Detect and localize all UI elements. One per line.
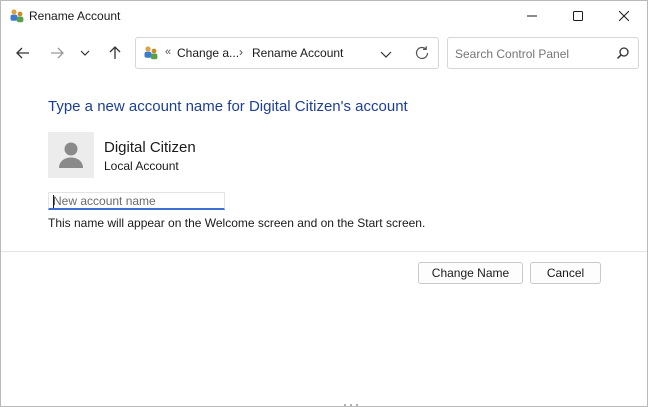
breadcrumb-separator[interactable]: › [239, 45, 243, 59]
users-icon [143, 45, 159, 61]
close-button[interactable] [601, 1, 647, 31]
input-hint: This name will appear on the Welcome scr… [48, 216, 426, 230]
search-input[interactable]: Search Control Panel [455, 47, 569, 61]
search-box[interactable]: Search Control Panel [447, 37, 639, 69]
maximize-button[interactable] [555, 1, 601, 31]
search-icon[interactable] [616, 46, 630, 60]
breadcrumb-change-account[interactable]: Change a... [177, 46, 239, 60]
page-title: Type a new account name for Digital Citi… [48, 98, 408, 115]
recent-locations-button[interactable] [71, 39, 99, 67]
breadcrumb-overflow[interactable]: « [165, 46, 171, 58]
window-title: Rename Account [29, 9, 121, 23]
users-icon [9, 8, 25, 24]
avatar [48, 132, 94, 178]
change-name-button[interactable]: Change Name [418, 262, 523, 284]
title-bar: Rename Account [1, 1, 647, 31]
minimize-button[interactable] [509, 1, 555, 31]
user-silhouette-icon [59, 142, 83, 168]
navigation-bar: « Change a... › Rename Account Search Co… [1, 31, 647, 77]
chevron-down-icon [80, 50, 90, 56]
cancel-button[interactable]: Cancel [530, 262, 601, 284]
account-type: Local Account [104, 159, 179, 173]
account-name: Digital Citizen [104, 139, 196, 156]
chevron-down-icon [380, 51, 392, 58]
resize-grip-icon[interactable] [342, 403, 360, 407]
address-bar[interactable]: « Change a... › Rename Account [135, 37, 439, 69]
breadcrumb-rename-account[interactable]: Rename Account [252, 46, 343, 60]
up-button[interactable] [101, 39, 129, 67]
close-icon [619, 11, 629, 21]
back-button[interactable] [9, 39, 37, 67]
refresh-icon [415, 46, 429, 60]
forward-button[interactable] [43, 39, 71, 67]
arrow-right-icon [51, 47, 64, 59]
arrow-left-icon [16, 47, 29, 59]
new-account-name-input[interactable] [48, 192, 225, 210]
arrow-up-icon [109, 46, 121, 59]
text-caret [53, 195, 54, 208]
minimize-icon [527, 15, 537, 17]
refresh-button[interactable] [413, 44, 431, 62]
footer-divider [1, 251, 647, 252]
rename-account-window: Rename Account « Change a... › Rename Ac… [0, 0, 648, 407]
maximize-icon [573, 11, 583, 21]
address-history-button[interactable] [378, 46, 394, 62]
